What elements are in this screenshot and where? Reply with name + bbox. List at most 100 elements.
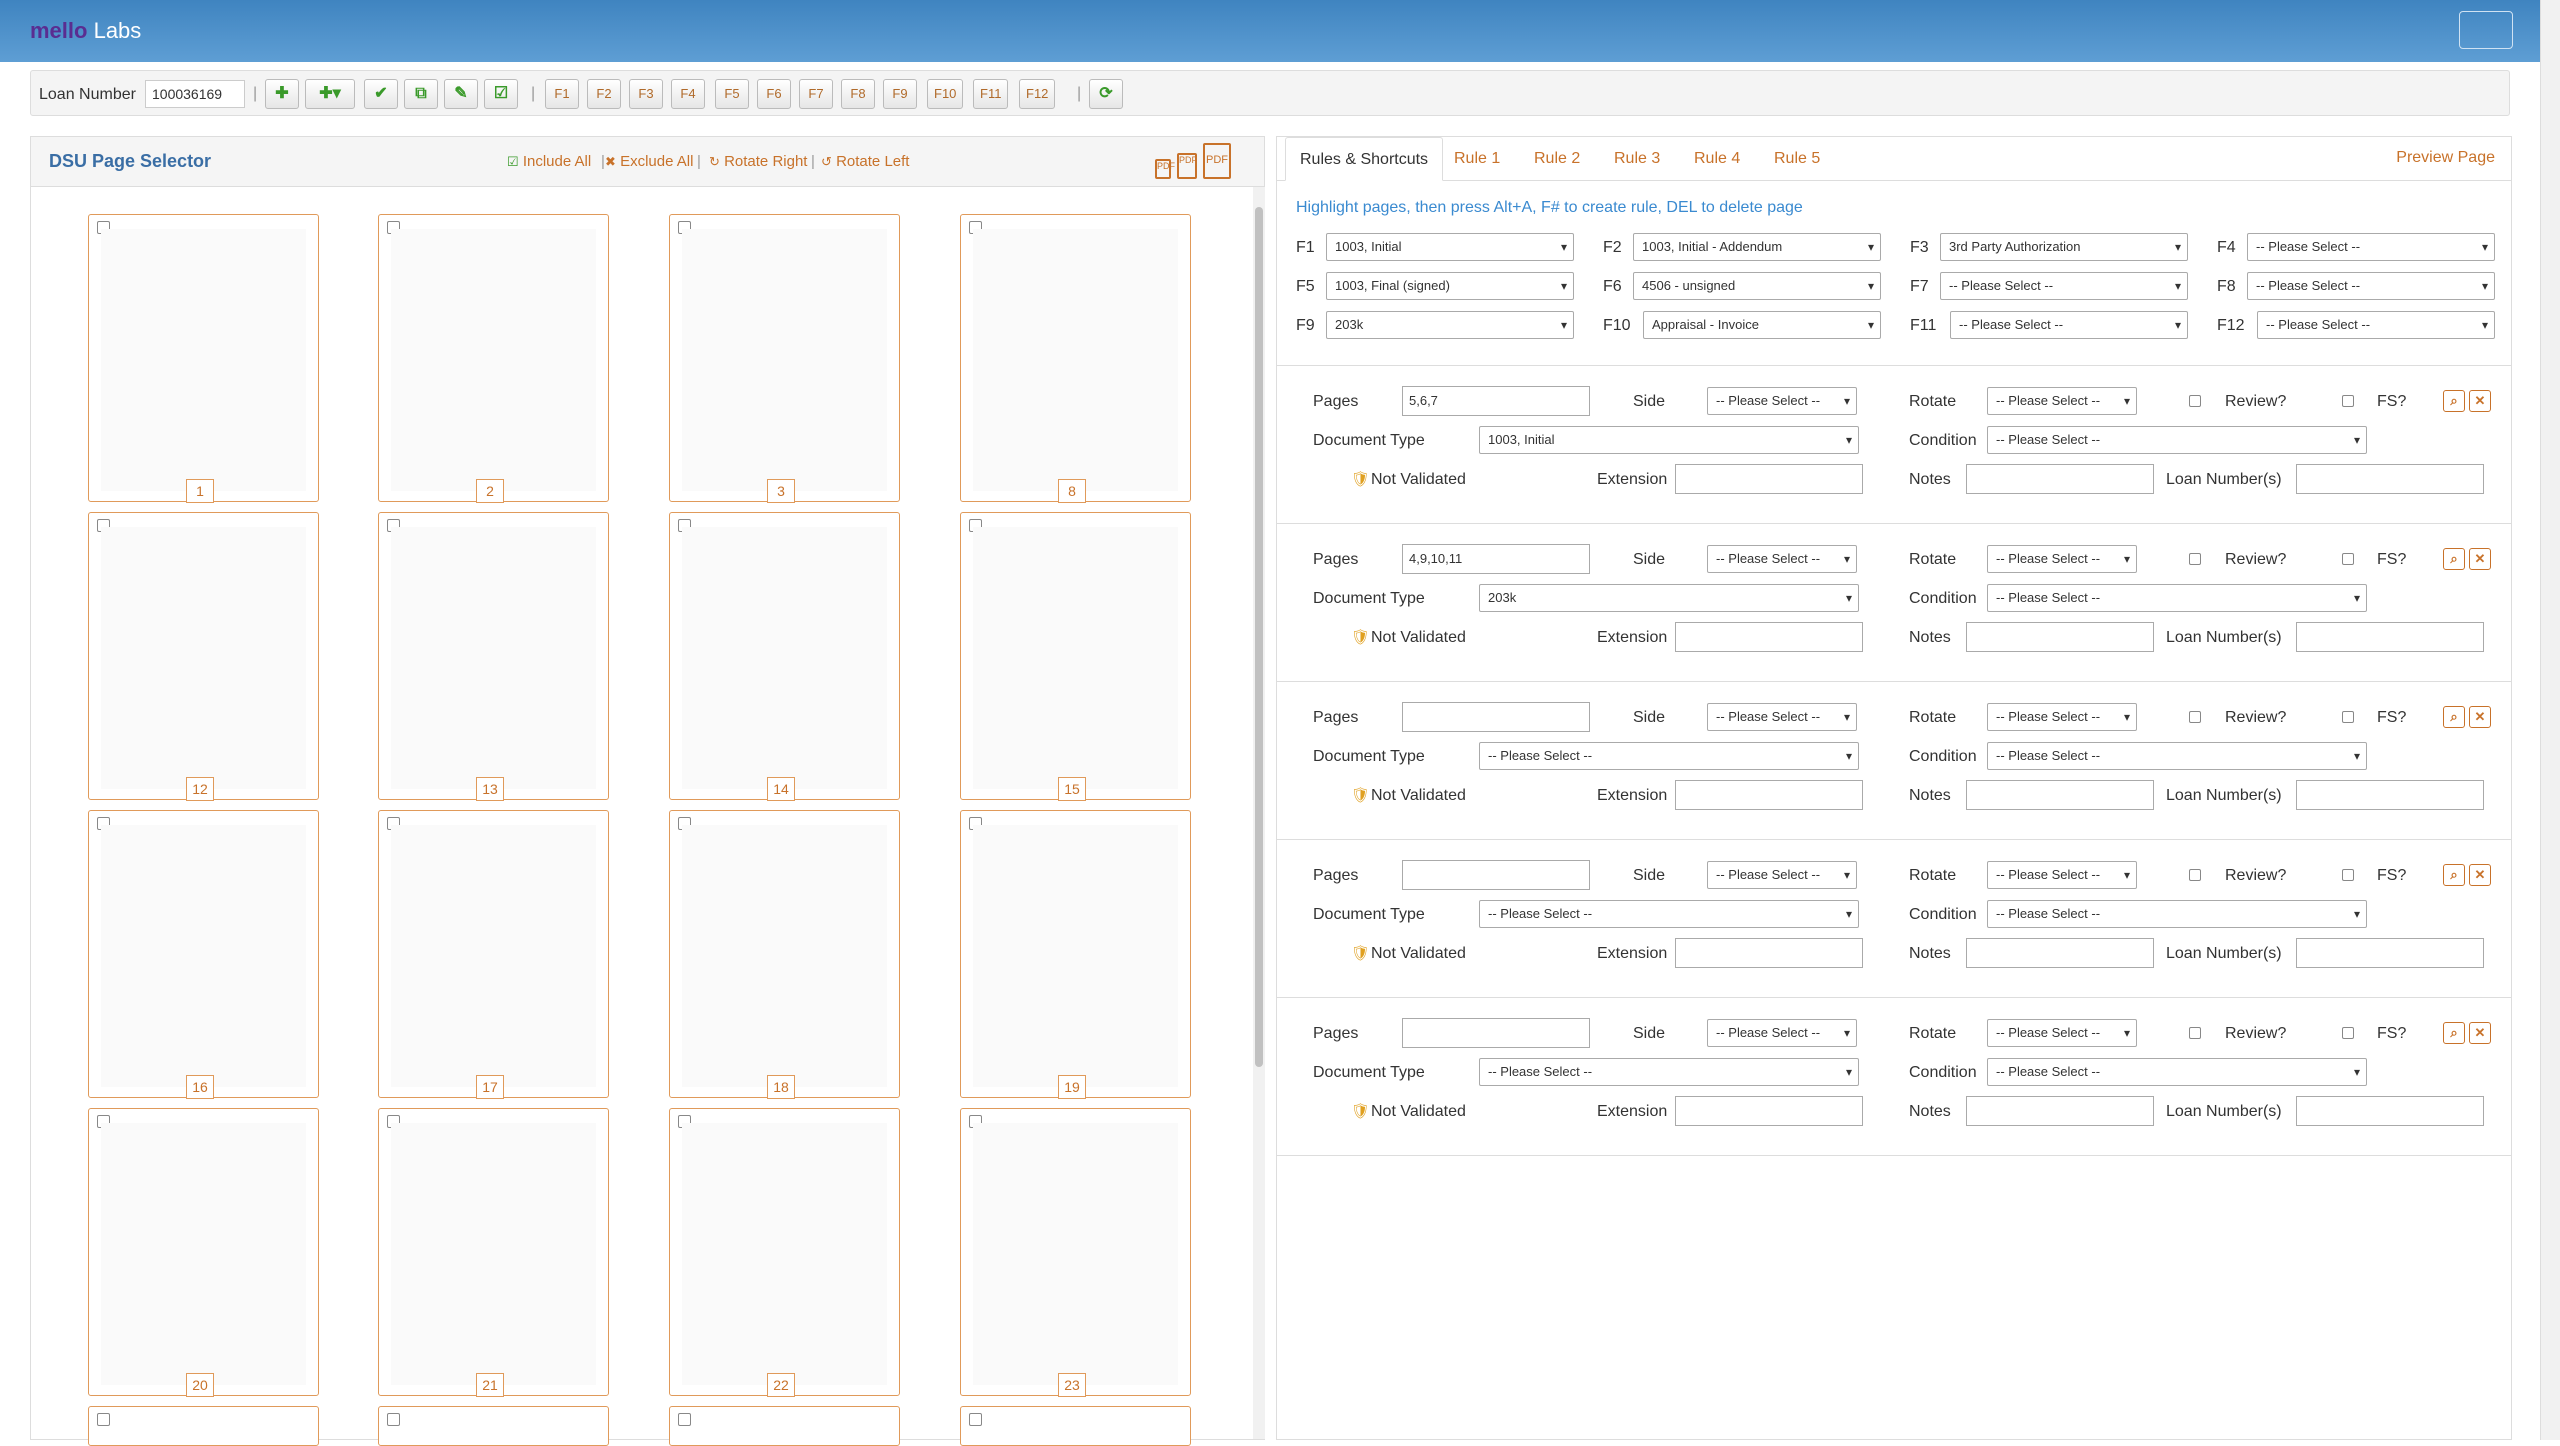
page-thumbnail[interactable]: 18 xyxy=(669,810,900,1099)
document-type-select[interactable]: -- Please Select -- xyxy=(1479,900,1859,928)
edit-icon[interactable]: ✎ xyxy=(444,79,478,109)
page-thumbnail[interactable] xyxy=(669,1406,900,1446)
side-select[interactable]: -- Please Select -- xyxy=(1707,387,1857,415)
notes-input[interactable] xyxy=(1966,464,2154,494)
fkey-button-f7[interactable]: F7 xyxy=(799,79,833,109)
notes-input[interactable] xyxy=(1966,1096,2154,1126)
page-thumbnail[interactable]: 2 xyxy=(378,214,609,503)
loan-numbers-input[interactable] xyxy=(2296,1096,2484,1126)
extension-input[interactable] xyxy=(1675,1096,1863,1126)
page-scrollbar[interactable] xyxy=(2540,0,2560,1440)
page-thumbnail[interactable]: 8 xyxy=(960,214,1191,503)
fkey-button-f9[interactable]: F9 xyxy=(883,79,917,109)
page-thumbnail[interactable] xyxy=(88,1406,319,1446)
loan-numbers-input[interactable] xyxy=(2296,780,2484,810)
page-select-checkbox[interactable] xyxy=(387,1413,400,1426)
side-select[interactable]: -- Please Select -- xyxy=(1707,545,1857,573)
condition-select[interactable]: -- Please Select -- xyxy=(1987,426,2367,454)
fkey-button-f2[interactable]: F2 xyxy=(587,79,621,109)
review-checkbox[interactable] xyxy=(2189,1027,2201,1039)
include-all-button[interactable]: ☑ Include All xyxy=(507,153,591,170)
fkey-button-f3[interactable]: F3 xyxy=(629,79,663,109)
rotate-select[interactable]: -- Please Select -- xyxy=(1987,703,2137,731)
condition-select[interactable]: -- Please Select -- xyxy=(1987,900,2367,928)
fkey-button-f1[interactable]: F1 xyxy=(545,79,579,109)
condition-select[interactable]: -- Please Select -- xyxy=(1987,584,2367,612)
page-select-checkbox[interactable] xyxy=(97,1413,110,1426)
shortcut-document-select[interactable]: -- Please Select -- xyxy=(1950,311,2188,339)
shortcut-document-select[interactable]: -- Please Select -- xyxy=(2247,272,2495,300)
tab-rule-1[interactable]: Rule 1 xyxy=(1440,137,1514,181)
fkey-button-f12[interactable]: F12 xyxy=(1019,79,1056,109)
shortcut-document-select[interactable]: 1003, Initial - Addendum xyxy=(1633,233,1881,261)
search-icon[interactable]: ⌕ xyxy=(2443,390,2465,412)
delete-icon[interactable]: ✕ xyxy=(2469,390,2491,412)
add-dropdown-icon[interactable]: ✚▾ xyxy=(305,79,355,109)
shortcut-document-select[interactable]: 203k xyxy=(1326,311,1574,339)
review-checkbox[interactable] xyxy=(2189,395,2201,407)
page-select-checkbox[interactable] xyxy=(969,1413,982,1426)
document-type-select[interactable]: 203k xyxy=(1479,584,1859,612)
thumbnail-scrollbar[interactable] xyxy=(1253,187,1265,1439)
review-checkbox[interactable] xyxy=(2189,869,2201,881)
extension-input[interactable] xyxy=(1675,622,1863,652)
side-select[interactable]: -- Please Select -- xyxy=(1707,703,1857,731)
rotate-select[interactable]: -- Please Select -- xyxy=(1987,861,2137,889)
pages-input[interactable] xyxy=(1402,702,1590,732)
extension-input[interactable] xyxy=(1675,938,1863,968)
page-thumbnail[interactable]: 19 xyxy=(960,810,1191,1099)
shortcut-document-select[interactable]: 3rd Party Authorization xyxy=(1940,233,2188,261)
page-thumbnail[interactable]: 15 xyxy=(960,512,1191,801)
tab-rule-3[interactable]: Rule 3 xyxy=(1600,137,1674,181)
preview-page-link[interactable]: Preview Page xyxy=(2396,149,2495,167)
brand-logo[interactable]: mello Labs xyxy=(30,18,141,44)
tab-rule-2[interactable]: Rule 2 xyxy=(1520,137,1594,181)
page-thumbnail[interactable]: 17 xyxy=(378,810,609,1099)
extension-input[interactable] xyxy=(1675,780,1863,810)
rotate-select[interactable]: -- Please Select -- xyxy=(1987,545,2137,573)
notes-input[interactable] xyxy=(1966,780,2154,810)
document-check-icon[interactable]: ☑ xyxy=(484,79,518,109)
page-thumbnail[interactable]: 21 xyxy=(378,1108,609,1397)
notes-input[interactable] xyxy=(1966,938,2154,968)
fs-checkbox[interactable] xyxy=(2342,395,2354,407)
loan-numbers-input[interactable] xyxy=(2296,622,2484,652)
rotate-select[interactable]: -- Please Select -- xyxy=(1987,387,2137,415)
page-thumbnail[interactable]: 16 xyxy=(88,810,319,1099)
search-icon[interactable]: ⌕ xyxy=(2443,864,2465,886)
document-type-select[interactable]: 1003, Initial xyxy=(1479,426,1859,454)
rotate-right-button[interactable]: ↻ Rotate Right xyxy=(709,153,807,170)
scrollbar-thumb[interactable] xyxy=(1255,207,1263,1067)
loan-numbers-input[interactable] xyxy=(2296,464,2484,494)
page-thumbnail[interactable]: 3 xyxy=(669,214,900,503)
notes-input[interactable] xyxy=(1966,622,2154,652)
rotate-left-button[interactable]: ↺ Rotate Left xyxy=(821,153,909,170)
check-icon[interactable]: ✔ xyxy=(364,79,398,109)
pages-input[interactable]: 4,9,10,11 xyxy=(1402,544,1590,574)
page-thumbnail[interactable]: 13 xyxy=(378,512,609,801)
page-thumbnail[interactable]: 23 xyxy=(960,1108,1191,1397)
document-type-select[interactable]: -- Please Select -- xyxy=(1479,742,1859,770)
shortcut-document-select[interactable]: 4506 - unsigned xyxy=(1633,272,1881,300)
delete-icon[interactable]: ✕ xyxy=(2469,1022,2491,1044)
condition-select[interactable]: -- Please Select -- xyxy=(1987,742,2367,770)
exclude-all-button[interactable]: ✖ Exclude All xyxy=(605,153,693,170)
page-thumbnail[interactable]: 1 xyxy=(88,214,319,503)
pdf-download-icon[interactable]: PDF xyxy=(1203,143,1231,179)
review-checkbox[interactable] xyxy=(2189,553,2201,565)
copy-icon[interactable]: ⧉ xyxy=(404,79,438,109)
pdf-icon[interactable]: PDF xyxy=(1177,153,1197,179)
tab-rule-4[interactable]: Rule 4 xyxy=(1680,137,1754,181)
navbar-toggle-button[interactable] xyxy=(2459,11,2513,49)
search-icon[interactable]: ⌕ xyxy=(2443,706,2465,728)
search-icon[interactable]: ⌕ xyxy=(2443,548,2465,570)
page-thumbnail[interactable]: 12 xyxy=(88,512,319,801)
fkey-button-f6[interactable]: F6 xyxy=(757,79,791,109)
fs-checkbox[interactable] xyxy=(2342,869,2354,881)
pages-input[interactable] xyxy=(1402,860,1590,890)
extension-input[interactable] xyxy=(1675,464,1863,494)
delete-icon[interactable]: ✕ xyxy=(2469,548,2491,570)
side-select[interactable]: -- Please Select -- xyxy=(1707,861,1857,889)
page-thumbnail[interactable] xyxy=(378,1406,609,1446)
shortcut-document-select[interactable]: 1003, Final (signed) xyxy=(1326,272,1574,300)
